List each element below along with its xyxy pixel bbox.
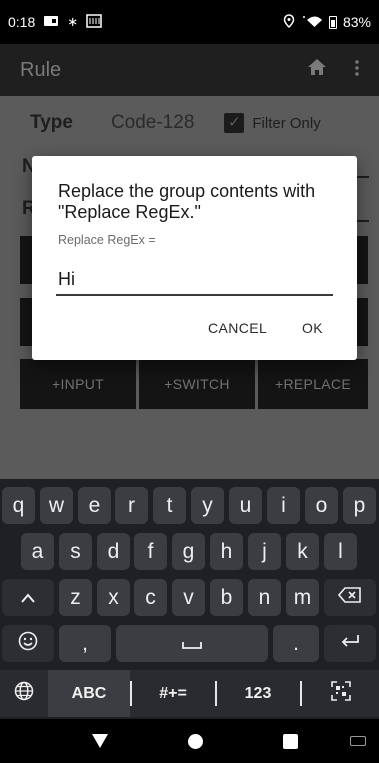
replace-regex-dialog: Replace the group contents with "Replace… (32, 156, 357, 360)
comma-key[interactable]: , (59, 625, 111, 662)
type-row: Type Code-128 ✓ Filter Only (30, 108, 370, 138)
key-w[interactable]: w (40, 487, 73, 524)
layout-abc[interactable]: ABC (48, 670, 130, 717)
key-f[interactable]: f (134, 533, 167, 570)
shift-icon (21, 587, 35, 608)
key-z[interactable]: z (59, 579, 92, 616)
shift-key[interactable] (2, 579, 54, 616)
backspace-key[interactable] (324, 579, 376, 616)
location-icon (283, 13, 295, 31)
key-s[interactable]: s (59, 533, 92, 570)
backspace-icon (337, 587, 362, 608)
globe-icon (14, 681, 34, 706)
system-nav-bar (0, 719, 379, 763)
key-i[interactable]: i (267, 487, 300, 524)
space-key[interactable] (116, 625, 268, 662)
dialog-subtitle: Replace RegEx = (58, 233, 156, 247)
key-n[interactable]: n (248, 579, 281, 616)
keyboard-icon (350, 736, 366, 746)
keyboard-layout-row: ABC #+= 123 (0, 670, 379, 717)
app-bar: Rule (0, 44, 379, 96)
app-title: Rule (20, 58, 62, 81)
key-x[interactable]: x (97, 579, 130, 616)
home-icon[interactable] (307, 58, 327, 82)
key-m[interactable]: m (286, 579, 319, 616)
qr-code-icon (330, 681, 351, 706)
bluetooth-icon: ∗ (67, 14, 79, 29)
type-label: Type (30, 112, 73, 133)
key-j[interactable]: j (248, 533, 281, 570)
cast-icon (43, 15, 59, 30)
layout-symbols[interactable]: #+= (132, 670, 214, 717)
overflow-menu-icon[interactable] (355, 59, 359, 82)
home-circle-icon (187, 733, 203, 749)
period-key[interactable]: . (273, 625, 319, 662)
enter-icon (339, 633, 361, 654)
qr-scan-key[interactable] (302, 670, 379, 717)
language-key[interactable] (0, 670, 48, 717)
add-switch-button[interactable]: +SWITCH (139, 359, 255, 409)
key-o[interactable]: o (305, 487, 338, 524)
keyboard-switch-button[interactable] (340, 719, 376, 763)
key-v[interactable]: v (172, 579, 205, 616)
emoji-icon (18, 631, 38, 656)
back-button[interactable] (80, 719, 120, 763)
filter-only-label: Filter Only (252, 114, 321, 132)
home-button[interactable] (175, 719, 215, 763)
type-value[interactable]: Code-128 (111, 112, 194, 134)
back-triangle-icon (92, 734, 108, 748)
space-icon (181, 632, 203, 656)
key-d[interactable]: d (97, 533, 130, 570)
key-b[interactable]: b (210, 579, 243, 616)
key-l[interactable]: l (324, 533, 357, 570)
key-r[interactable]: r (115, 487, 148, 524)
battery-icon (328, 15, 337, 29)
status-bar: 0:18 ∗ 83% (0, 0, 379, 44)
on-screen-keyboard: q w e r t y u i o p a s d f g h j k l z … (0, 479, 379, 719)
cancel-button[interactable]: CANCEL (208, 320, 267, 336)
status-time: 0:18 (8, 14, 36, 30)
layout-numbers[interactable]: 123 (217, 670, 299, 717)
recents-square-icon (282, 733, 298, 749)
key-e[interactable]: e (78, 487, 111, 524)
key-c[interactable]: c (134, 579, 167, 616)
recents-button[interactable] (270, 719, 310, 763)
battery-percent: 83% (342, 14, 371, 30)
key-k[interactable]: k (286, 533, 319, 570)
key-t[interactable]: t (153, 487, 186, 524)
key-g[interactable]: g (172, 533, 205, 570)
emoji-key[interactable] (2, 625, 54, 662)
ok-button[interactable]: OK (302, 320, 323, 336)
key-y[interactable]: y (191, 487, 224, 524)
dialog-title: Replace the group contents with "Replace… (58, 181, 316, 222)
add-input-button[interactable]: +INPUT (20, 359, 136, 409)
enter-key[interactable] (324, 625, 376, 662)
keyboard-notification-icon (86, 13, 102, 31)
key-u[interactable]: u (229, 487, 262, 524)
key-a[interactable]: a (21, 533, 54, 570)
replace-regex-input[interactable] (56, 264, 333, 296)
key-h[interactable]: h (210, 533, 243, 570)
wifi-icon (301, 14, 323, 31)
key-p[interactable]: p (343, 487, 376, 524)
key-q[interactable]: q (2, 487, 35, 524)
filter-only-checkbox[interactable]: ✓ (224, 113, 245, 133)
add-replace-button[interactable]: +REPLACE (258, 359, 368, 409)
